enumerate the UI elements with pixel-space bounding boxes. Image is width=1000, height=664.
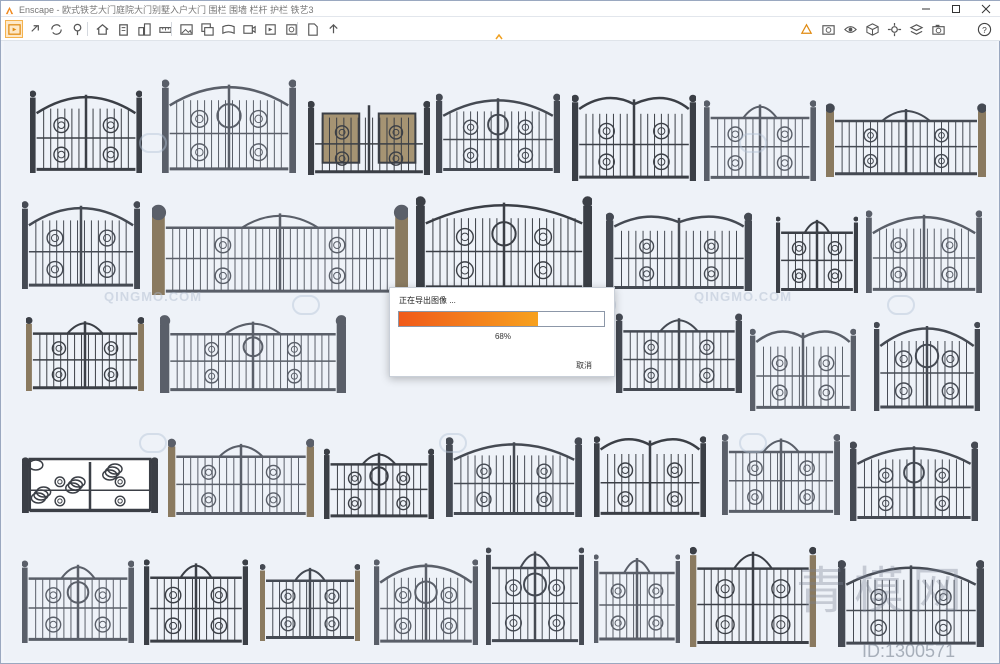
settings-icon[interactable] (885, 20, 903, 38)
help-label: ? (982, 24, 987, 34)
watermark-logo (139, 433, 167, 453)
maximize-icon[interactable] (941, 1, 971, 17)
gate-model (22, 551, 134, 643)
gate-model (162, 69, 296, 173)
home-icon[interactable] (93, 20, 111, 38)
sync-icon[interactable] (47, 20, 65, 38)
visual-settings-icon[interactable] (797, 20, 815, 38)
gate-model (160, 309, 346, 393)
export-progress-dialog: 正在导出图像 ... 68% 取消 (389, 287, 615, 377)
gate-model (874, 311, 980, 411)
camera-icon[interactable] (929, 20, 947, 38)
gate-model (486, 535, 584, 645)
gate-model (30, 81, 142, 173)
progress-fill (399, 312, 539, 326)
watermark-logo (292, 295, 320, 315)
panorama-icon[interactable] (219, 20, 237, 38)
batch-render-icon[interactable] (198, 20, 216, 38)
progress-percent: 68% (494, 332, 511, 341)
video-export-icon[interactable] (240, 20, 258, 38)
export-progress-bar (398, 311, 605, 327)
title-bar[interactable]: Enscape - 欧式铁艺大门庭院大门别墅入户大门 围栏 围墙 栏杆 护栏 铁… (1, 1, 1000, 17)
help-button[interactable]: ? (975, 20, 993, 38)
toolbar-separator (171, 22, 172, 36)
close-icon[interactable] (971, 1, 1000, 17)
site-watermark: QINGMO.COM (104, 289, 203, 304)
gate-model (436, 85, 560, 173)
buildings-icon[interactable] (135, 20, 153, 38)
id-watermark: ID:1300571 (862, 641, 956, 661)
file-icon[interactable] (303, 20, 321, 38)
gate-model (776, 207, 858, 293)
building-icon[interactable] (114, 20, 132, 38)
app-window: Enscape - 欧式铁艺大门庭院大门别墅入户大门 围栏 围墙 栏杆 护栏 铁… (0, 0, 1000, 664)
gate-model (22, 453, 158, 513)
upload-icon[interactable] (324, 20, 342, 38)
gate-model (324, 441, 434, 519)
walkthrough-icon[interactable] (261, 20, 279, 38)
cancel-button[interactable]: 取消 (576, 360, 592, 371)
pin-icon[interactable] (68, 20, 86, 38)
site-watermark: QINGMO.COM (694, 289, 793, 304)
gate-model (594, 427, 706, 517)
layers-icon[interactable] (907, 20, 925, 38)
link-icon[interactable] (26, 20, 44, 38)
toolbar-separator (87, 22, 88, 36)
toolbar-separator (297, 22, 298, 36)
gate-model (26, 309, 144, 391)
gate-model (866, 201, 982, 293)
gate-model (850, 433, 978, 521)
minimize-icon[interactable] (911, 1, 941, 17)
gate-model (416, 187, 592, 291)
gate-model (572, 85, 696, 181)
gate-model (594, 543, 680, 643)
cube-icon[interactable] (863, 20, 881, 38)
gate-model (22, 191, 140, 289)
watermark-logo (139, 133, 167, 153)
watermark-logo (739, 133, 767, 153)
gate-model (260, 555, 360, 641)
start-icon[interactable] (5, 20, 23, 38)
gate-model (144, 549, 248, 645)
gate-model (152, 199, 408, 295)
gate-model (750, 319, 856, 411)
brand-watermark: 青模网 (796, 562, 970, 620)
dialog-title: 正在导出图像 ... (399, 296, 456, 305)
gate-model (606, 205, 752, 291)
gate-model (308, 93, 430, 175)
screenshot-icon[interactable] (819, 20, 837, 38)
watermark-logo (439, 433, 467, 453)
watermark-logo (739, 433, 767, 453)
gate-model (168, 431, 314, 517)
gate-model (616, 305, 742, 393)
gate-model (826, 97, 986, 177)
export-image-icon[interactable] (177, 20, 195, 38)
enscape-logo-icon (4, 3, 15, 15)
gate-model (374, 549, 478, 645)
window-title: Enscape - 欧式铁艺大门庭院大门别墅入户大门 围栏 围墙 栏杆 护栏 铁… (19, 5, 314, 15)
watermark-logo (887, 295, 915, 315)
view-icon[interactable] (841, 20, 859, 38)
